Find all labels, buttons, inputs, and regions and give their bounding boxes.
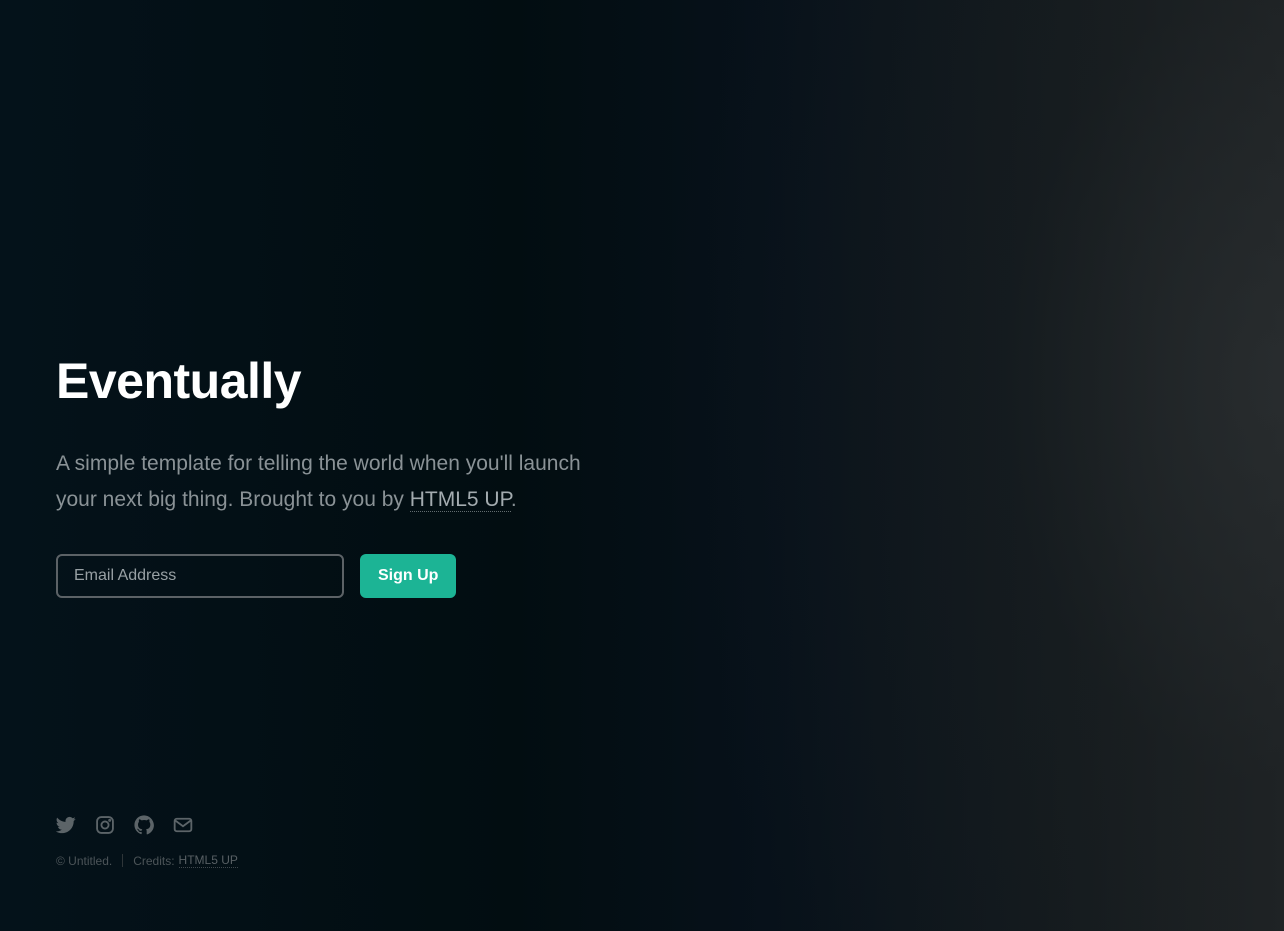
github-icon[interactable] xyxy=(134,814,154,836)
social-icons xyxy=(56,814,238,836)
html5up-link[interactable]: HTML5 UP xyxy=(409,488,511,512)
twitter-icon[interactable] xyxy=(56,814,76,836)
intro-text-end: . xyxy=(510,488,517,511)
email-icon[interactable] xyxy=(173,814,193,836)
page-title: Eventually xyxy=(56,353,302,409)
sign-up-button[interactable]: Sign Up xyxy=(360,554,457,598)
copyright-divider xyxy=(122,854,124,867)
instagram-icon[interactable] xyxy=(95,814,115,836)
copyright: © Untitled. Credits: HTML5 UP xyxy=(56,853,238,868)
footer: © Untitled. Credits: HTML5 UP xyxy=(56,814,238,868)
main-content: Eventually A simple template for telling… xyxy=(56,350,616,598)
credits-link[interactable]: HTML5 UP xyxy=(178,853,238,868)
intro-text: A simple template for telling the world … xyxy=(56,446,616,518)
credits-label: Credits: xyxy=(133,853,175,868)
signup-form: Sign Up xyxy=(56,554,616,598)
email-field[interactable] xyxy=(56,554,344,598)
copyright-text: © Untitled. xyxy=(56,853,113,868)
